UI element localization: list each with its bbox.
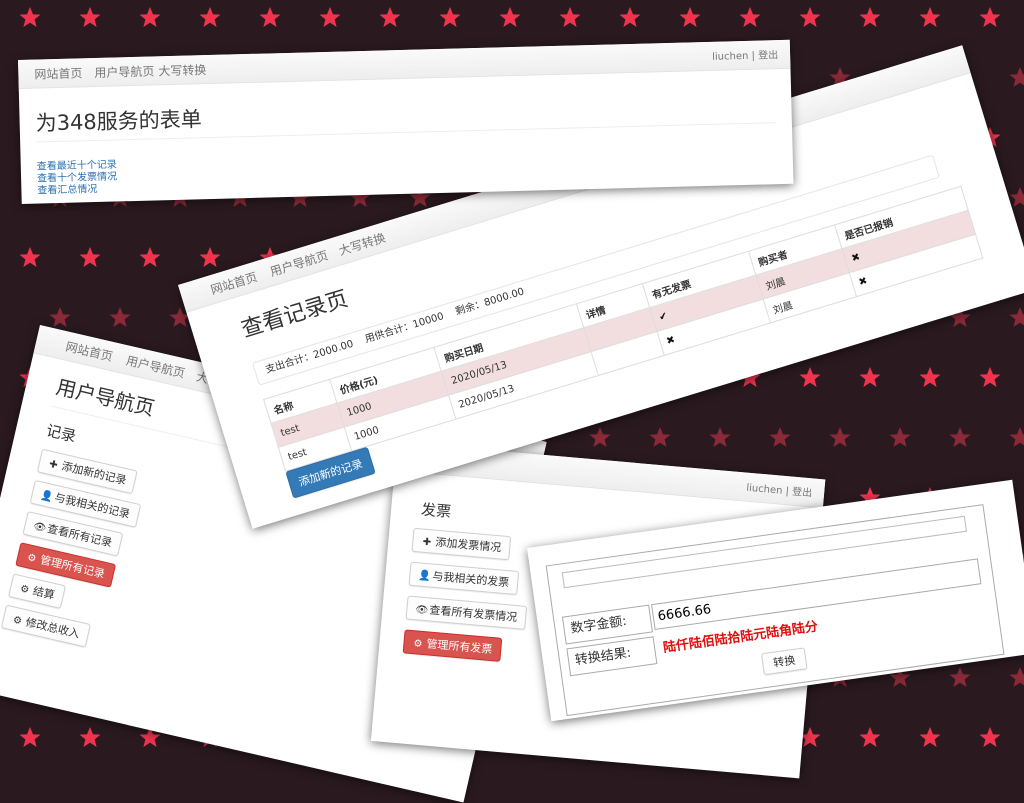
star-icon	[950, 667, 971, 687]
star-icon	[200, 247, 221, 267]
star-icon	[440, 7, 461, 27]
star-icon	[200, 7, 221, 27]
star-icon	[740, 7, 761, 27]
star-icon	[50, 307, 71, 327]
nav-home-link[interactable]: 网站首页	[64, 338, 115, 365]
settle-button[interactable]: ⚙结算	[8, 573, 66, 609]
star-icon	[320, 7, 341, 27]
star-icon	[980, 367, 1001, 387]
separator: |	[751, 51, 755, 62]
gear-icon: ⚙	[25, 552, 38, 565]
username: liuchen	[746, 483, 783, 497]
star-icon	[80, 7, 101, 27]
eye-icon: 👁	[415, 604, 427, 616]
supply-label: 用供合计：	[364, 320, 415, 345]
form-card: 网站首页 用户导航页 大写转换 liuchen | 登出 为348服务的表单 查…	[18, 40, 794, 204]
user-area: liuchen | 登出	[712, 46, 778, 63]
star-icon	[800, 367, 821, 387]
star-icon	[80, 247, 101, 267]
spend-label: 支出合计：	[264, 351, 315, 376]
star-icon	[80, 727, 101, 747]
page-title: 为348服务的表单	[35, 103, 202, 137]
star-icon	[920, 727, 941, 747]
star-icon	[890, 427, 911, 447]
star-icon	[1010, 307, 1024, 327]
separator: |	[785, 486, 789, 497]
star-icon	[980, 7, 1001, 27]
plus-icon: ✚	[421, 537, 433, 549]
logout-link[interactable]: 登出	[792, 487, 813, 500]
username: liuchen	[712, 51, 749, 63]
star-icon	[860, 727, 881, 747]
star-icon	[920, 367, 941, 387]
star-icon	[620, 7, 641, 27]
star-icon	[980, 727, 1001, 747]
star-icon	[920, 7, 941, 27]
star-icon	[20, 247, 41, 267]
star-icon	[20, 727, 41, 747]
supply-value: 10000	[412, 311, 446, 331]
nav-user-nav-link[interactable]: 用户导航页	[94, 62, 154, 81]
summary-link[interactable]: 查看汇总情况	[37, 180, 97, 197]
star-icon	[140, 247, 161, 267]
star-icon	[950, 427, 971, 447]
star-icon	[860, 367, 881, 387]
add-invoice-button[interactable]: ✚添加发票情况	[411, 528, 511, 560]
star-icon	[590, 427, 611, 447]
plus-icon: ✚	[47, 458, 60, 471]
star-icon	[140, 7, 161, 27]
star-icon	[680, 7, 701, 27]
manage-invoices-button[interactable]: ⚙管理所有发票	[403, 629, 503, 661]
star-icon	[830, 427, 851, 447]
my-invoices-button[interactable]: 👤与我相关的发票	[409, 562, 520, 595]
user-icon: 👤	[418, 570, 430, 582]
star-icon	[260, 7, 281, 27]
invoice-heading: 发票	[420, 498, 452, 522]
edit-income-button[interactable]: ⚙修改总收入	[1, 605, 91, 648]
logout-link[interactable]: 登出	[758, 50, 778, 62]
star-icon	[710, 427, 731, 447]
nav-convert-link[interactable]: 大写转换	[158, 61, 206, 79]
records-heading: 记录	[44, 419, 78, 446]
star-icon	[770, 427, 791, 447]
all-invoices-button[interactable]: 👁查看所有发票情况	[406, 596, 528, 630]
convert-button[interactable]: 转换	[761, 647, 808, 675]
remain-label: 剩余：	[454, 298, 486, 317]
star-icon	[500, 7, 521, 27]
nav-user-nav-link[interactable]: 用户导航页	[124, 352, 186, 382]
star-icon	[1010, 667, 1024, 687]
user-icon: 👤	[40, 490, 53, 503]
star-icon	[560, 7, 581, 27]
star-icon	[800, 7, 821, 27]
star-icon	[1010, 187, 1024, 207]
star-icon	[110, 307, 131, 327]
gear-icon: ⚙	[11, 614, 24, 627]
eye-icon: 👁	[32, 521, 45, 534]
star-icon	[860, 7, 881, 27]
star-icon	[380, 7, 401, 27]
user-area: liuchen | 登出	[746, 479, 813, 500]
star-icon	[1010, 67, 1024, 87]
nav-convert-link[interactable]: 大写转换	[337, 229, 388, 259]
spend-value: 2000.00	[312, 339, 355, 362]
star-icon	[1010, 427, 1024, 447]
star-icon	[20, 7, 41, 27]
star-icon	[650, 427, 671, 447]
nav-home-link[interactable]: 网站首页	[208, 268, 259, 298]
nav-home-link[interactable]: 网站首页	[34, 64, 82, 82]
gear-icon: ⚙	[412, 638, 424, 650]
remain-value: 8000.00	[483, 286, 526, 309]
gear-icon: ⚙	[18, 583, 31, 596]
